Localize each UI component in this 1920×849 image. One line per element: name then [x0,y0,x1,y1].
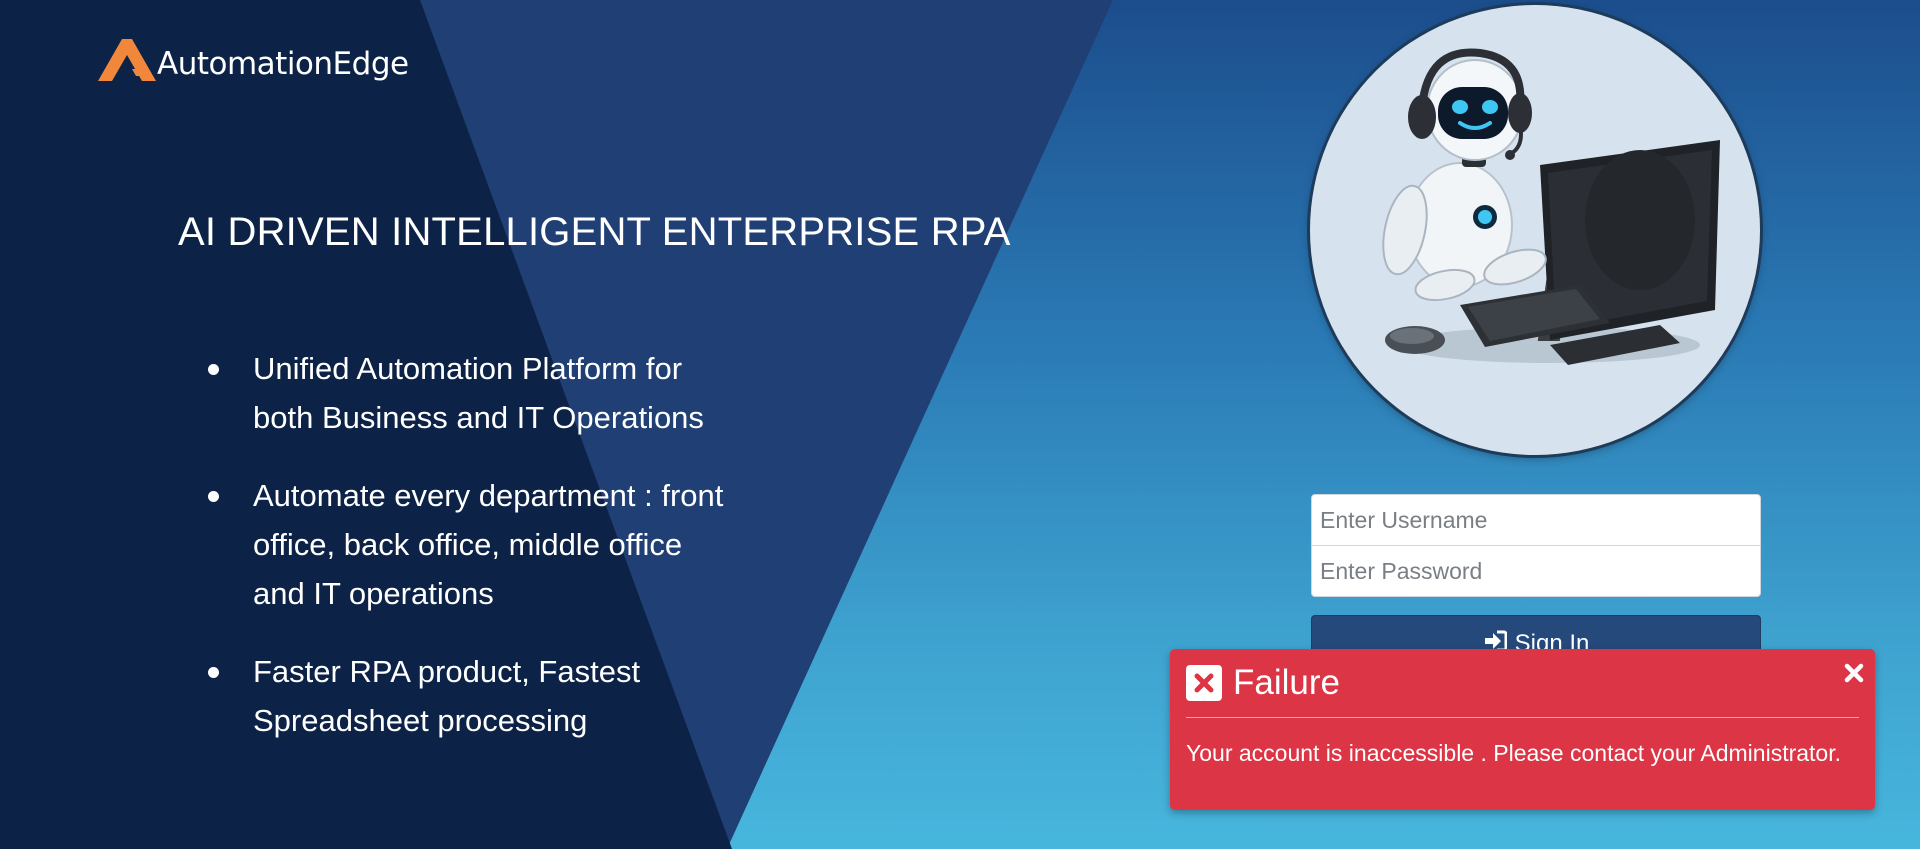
logo-text: AutomationEdge [157,46,409,82]
login-form: Sign In [1311,494,1761,667]
robot-at-computer-illustration [1382,48,1720,365]
robot-avatar [1310,5,1760,455]
feature-item: Automate every department : front office… [208,471,728,618]
feature-text: Faster RPA product, Fastest Spreadsheet … [253,654,641,738]
logo-mark-icon [98,39,156,81]
feature-text: Automate every department : front office… [253,478,724,611]
toast-title: Failure [1233,663,1340,702]
bullet-icon [208,667,219,678]
feature-list: Unified Automation Platform for both Bus… [208,344,728,774]
login-page: AutomationEdge AI DRIVEN INTELLIGENT ENT… [0,0,1920,849]
bullet-icon [208,491,219,502]
logo: AutomationEdge [98,34,409,84]
password-input[interactable] [1311,545,1761,597]
close-square-icon [1186,665,1222,701]
feature-item: Faster RPA product, Fastest Spreadsheet … [208,647,728,745]
bullet-icon [208,364,219,375]
feature-item: Unified Automation Platform for both Bus… [208,344,728,442]
toast-message: Your account is inaccessible . Please co… [1186,740,1841,766]
feature-text: Unified Automation Platform for both Bus… [253,351,704,435]
username-input[interactable] [1311,494,1761,546]
toast-divider [1186,717,1859,718]
close-icon[interactable] [1842,661,1866,685]
failure-toast: Failure Your account is inaccessible . P… [1170,649,1875,810]
toast-header: Failure [1186,663,1859,702]
page-headline: AI DRIVEN INTELLIGENT ENTERPRISE RPA [178,210,1011,254]
